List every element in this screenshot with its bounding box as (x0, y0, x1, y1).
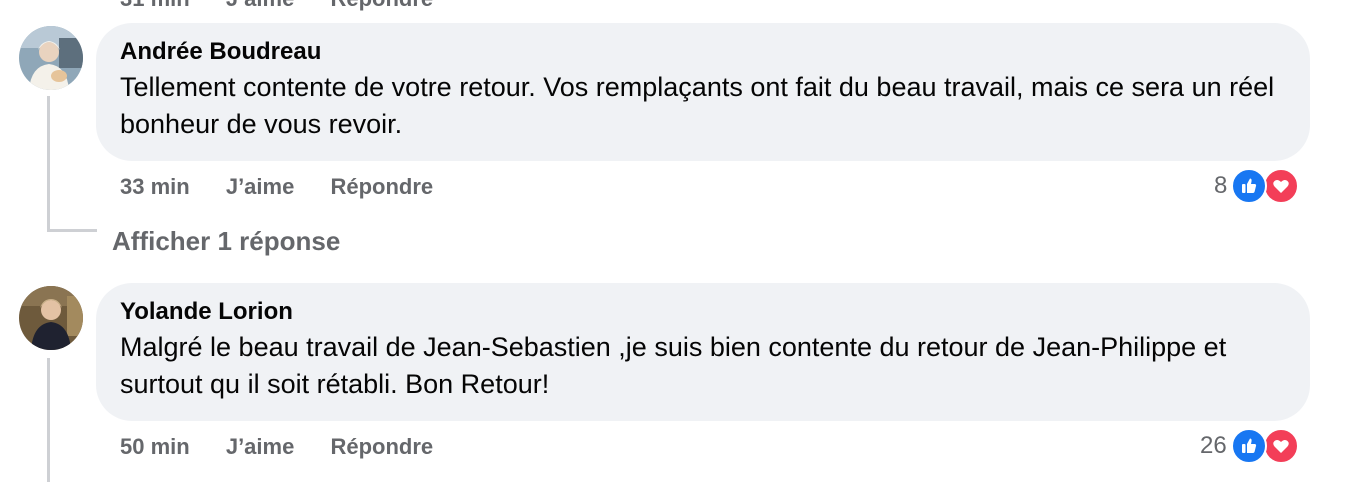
comment-actions-2: 50 min J’aime Répondre (120, 434, 433, 460)
reaction-summary-1[interactable]: 8 (1214, 168, 1300, 204)
comment-author[interactable]: Yolande Lorion (120, 297, 1286, 327)
previous-reply-button[interactable]: Répondre (330, 0, 433, 11)
avatar-yolande-lorion[interactable] (19, 286, 83, 350)
comment-time[interactable]: 33 min (120, 174, 190, 199)
like-icon (1230, 428, 1267, 464)
like-button[interactable]: J’aime (226, 434, 295, 459)
like-icon (1231, 168, 1268, 204)
thread-line-vertical-2 (47, 358, 50, 482)
comment-text: Tellement contente de votre retour. Vos … (120, 72, 1275, 139)
comment-bubble-1: Andrée Boudreau Tellement contente de vo… (96, 23, 1310, 161)
thread-line-vertical-1 (47, 96, 50, 232)
reaction-count: 8 (1214, 172, 1228, 199)
love-icon (1262, 428, 1299, 464)
comment-actions-1: 33 min J’aime Répondre (120, 174, 433, 200)
reply-button[interactable]: Répondre (330, 174, 433, 199)
comment-text: Malgré le beau travail de Jean-Sebastien… (120, 332, 1227, 399)
comment-time[interactable]: 50 min (120, 434, 190, 459)
avatar-andree-boudreau[interactable] (19, 26, 83, 90)
previous-comment-time: 31 min (120, 0, 190, 11)
love-icon (1263, 168, 1300, 204)
reply-button[interactable]: Répondre (330, 434, 433, 459)
previous-like-button[interactable]: J’aime (226, 0, 295, 11)
reaction-summary-2[interactable]: 26 (1200, 428, 1299, 464)
reaction-count: 26 (1200, 432, 1227, 459)
thread-line-elbow-1 (47, 229, 97, 232)
view-replies-link[interactable]: Afficher 1 réponse (112, 226, 340, 257)
previous-comment-actions: 31 min J’aime Répondre (120, 0, 463, 12)
comment-bubble-2: Yolande Lorion Malgré le beau travail de… (96, 283, 1310, 421)
like-button[interactable]: J’aime (226, 174, 295, 199)
comment-author[interactable]: Andrée Boudreau (120, 37, 1286, 67)
